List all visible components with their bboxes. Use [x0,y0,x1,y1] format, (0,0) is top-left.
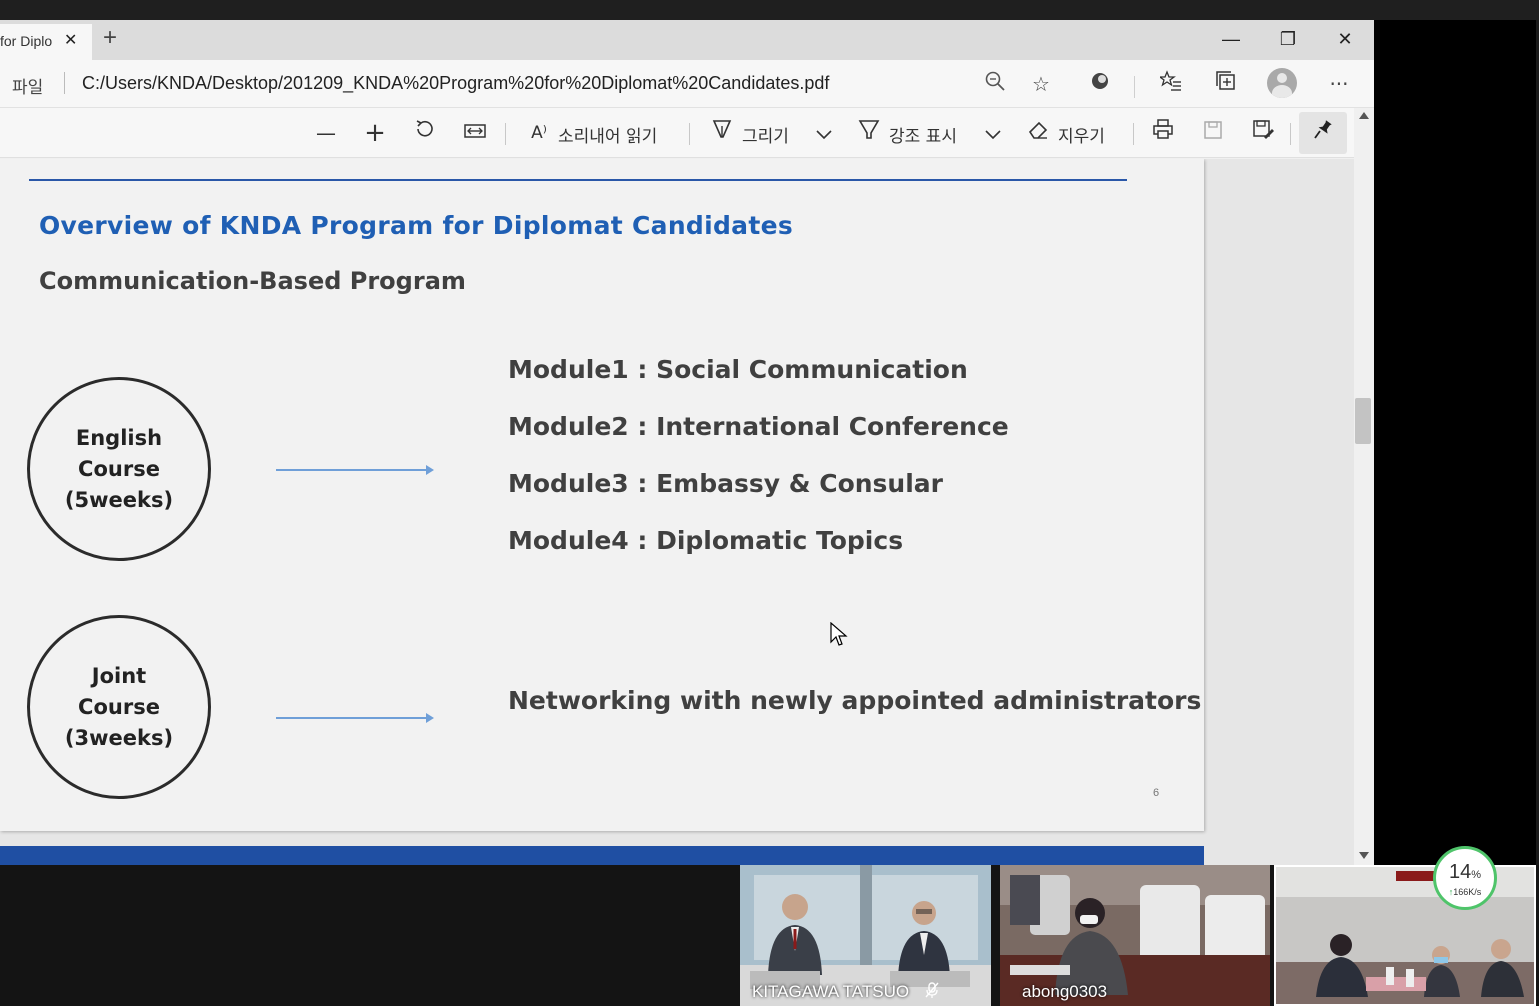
extension-icon[interactable] [1086,70,1114,98]
toolbar-separator [1290,123,1291,145]
tab-close-icon[interactable]: ✕ [64,30,77,50]
page-number: 6 [1153,787,1160,799]
profile-avatar-icon[interactable] [1267,68,1297,98]
slide-subtitle: Communication-Based Program [39,267,466,295]
joint-course-line-1: Joint [91,663,147,688]
browser-tab[interactable]: for Diplo ✕ [0,24,92,60]
joint-course-line-3: (3weeks) [64,725,174,750]
highlight-options-chevron-down-icon[interactable] [983,118,1003,148]
pin-toolbar-button[interactable] [1299,112,1347,154]
pdf-page: Overview of KNDA Program for Diplomat Ca… [0,159,1204,831]
english-course-line-2: Course [78,456,160,481]
vertical-scrollbar[interactable] [1354,108,1374,865]
draw-icon[interactable] [710,118,734,148]
english-course-line-1: English [75,425,163,450]
scroll-down-icon[interactable] [1359,852,1369,859]
tab-bar: for Diplo ✕ + — ❐ ✕ [0,20,1374,60]
desktop-background-right [1374,20,1539,865]
network-monitor-widget[interactable]: 14% ↑166K/s [1433,846,1497,910]
restore-button[interactable]: ❐ [1268,24,1308,54]
network-percent-value: 14 [1448,861,1472,883]
joint-course-arrow [276,713,434,723]
close-window-button[interactable]: ✕ [1325,24,1365,54]
favorite-star-icon[interactable]: ☆ [1027,70,1055,98]
rotate-icon[interactable] [413,118,437,148]
toolbar-separator [1133,123,1134,145]
mouse-cursor-icon [830,622,848,646]
tab-title: for Diplo [0,33,53,49]
network-rate-value: 166K/s [1453,887,1482,897]
draw-button[interactable]: 그리기 [742,122,789,147]
next-pdf-page [0,846,1204,865]
joint-course-line-2: Course [78,694,160,719]
slide-title: Overview of KNDA Program for Diplomat Ca… [39,211,794,240]
scroll-thumb[interactable] [1355,398,1371,444]
save-icon[interactable] [1200,118,1226,148]
network-rate: ↑166K/s [1436,887,1494,897]
networking-text: Networking with newly appointed administ… [508,686,1202,715]
toolbar-separator [505,123,506,145]
english-course-label: English Course (5weeks) [65,423,173,516]
pdf-viewer[interactable]: Overview of KNDA Program for Diplomat Ca… [0,159,1354,865]
participant-name-2: abong0303 [1022,982,1108,1001]
pin-icon [1311,118,1335,148]
highlight-icon[interactable] [856,118,882,148]
zoom-out-icon[interactable]: — [314,118,338,148]
video-strip: KITAGAWA TATSUO abong0303 [0,865,1539,1006]
module-2: Module2 : International Conference [508,412,1009,441]
english-course-line-3: (5weeks) [64,487,174,512]
video-tile-abong[interactable]: abong0303 [1000,865,1270,1006]
print-icon[interactable] [1150,118,1176,148]
read-aloud-button[interactable]: 소리내어 읽기 [558,122,657,147]
video-tile-kitagawa[interactable]: KITAGAWA TATSUO [740,865,991,1006]
site-info-label[interactable]: 파일 [12,73,43,98]
address-bar: 파일 C:/Users/KNDA/Desktop/201209_KNDA%20P… [0,60,1374,108]
address-separator [64,72,65,94]
fit-width-icon[interactable] [462,118,488,148]
highlight-button[interactable]: 강조 표시 [889,122,957,147]
module-4: Module4 : Diplomatic Topics [508,526,904,555]
zoom-icon[interactable] [981,70,1009,98]
toolbar-separator [1134,76,1135,98]
browser-window: for Diplo ✕ + — ❐ ✕ 파일 C:/Users/KNDA/Des… [0,20,1374,865]
pdf-toolbar: — + A⁾ 소리내어 읽기 그리기 강조 표시 지우기 [0,108,1374,158]
scroll-up-icon[interactable] [1359,112,1369,119]
eraser-icon[interactable] [1025,118,1051,148]
slide-top-rule [29,179,1127,181]
minimize-button[interactable]: — [1211,24,1251,54]
read-aloud-icon[interactable]: A⁾ [526,118,552,148]
joint-course-circle: Joint Course (3weeks) [27,615,211,799]
screen-top-strip [0,0,1539,20]
joint-course-label: Joint Course (3weeks) [65,661,173,754]
url-field[interactable]: C:/Users/KNDA/Desktop/201209_KNDA%20Prog… [82,73,829,94]
favorites-icon[interactable] [1157,70,1185,98]
save-as-icon[interactable] [1250,118,1276,148]
english-course-circle: English Course (5weeks) [27,377,211,561]
network-usage-percent: 14% [1436,861,1494,884]
new-tab-button[interactable]: + [103,26,117,50]
more-menu-icon[interactable]: ··· [1325,70,1353,98]
toolbar-separator [689,123,690,145]
network-percent-unit: % [1471,869,1482,881]
muted-mic-icon [925,982,939,998]
english-course-arrow [276,465,434,475]
participant-name-1: KITAGAWA TATSUO [752,982,910,1001]
video-tile-self[interactable] [1274,865,1536,1006]
module-3: Module3 : Embassy & Consular [508,469,943,498]
collections-icon[interactable] [1212,70,1240,98]
draw-options-chevron-down-icon[interactable] [814,118,834,148]
zoom-in-icon[interactable]: + [363,118,387,148]
erase-button[interactable]: 지우기 [1058,122,1105,147]
module-1: Module1 : Social Communication [508,355,968,384]
